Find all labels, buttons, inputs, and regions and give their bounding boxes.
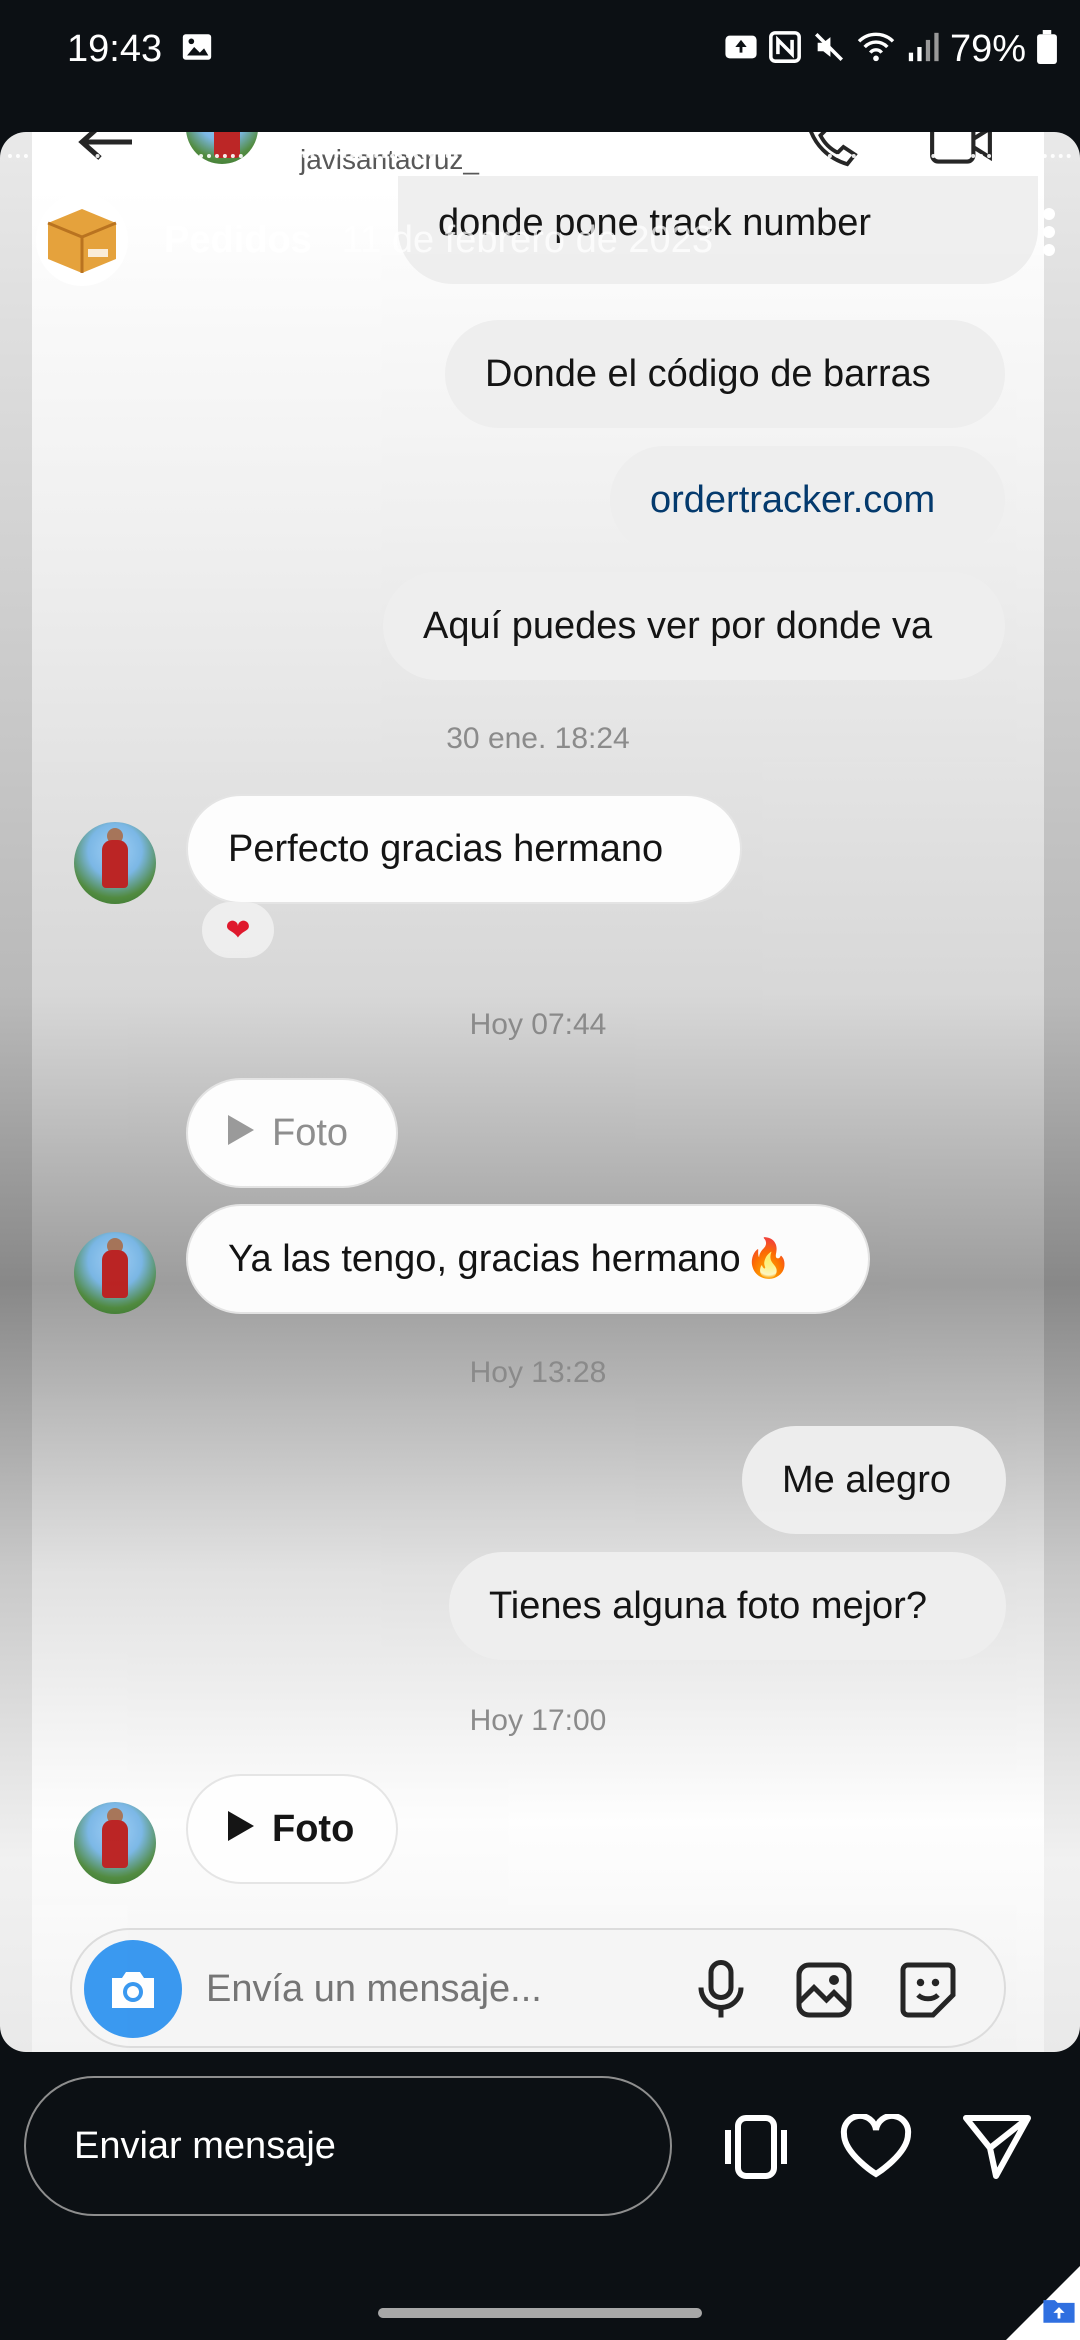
- photo-label: Foto: [272, 1807, 355, 1850]
- battery-level: 79%: [949, 28, 1026, 70]
- send-icon[interactable]: [962, 2114, 1032, 2185]
- play-icon: [228, 1112, 254, 1155]
- upload-icon: [724, 32, 758, 67]
- message-bubble-incoming: Ya las tengo, gracias hermano 🔥: [186, 1204, 870, 1314]
- photo-message-bubble[interactable]: Foto: [186, 1078, 398, 1188]
- story-header: Pedidos 11 de febrero de 2023: [36, 190, 713, 290]
- story-title[interactable]: Pedidos: [164, 219, 312, 262]
- story-avatar[interactable]: [36, 194, 128, 286]
- status-time: 19:43: [67, 28, 163, 70]
- package-icon: [47, 209, 117, 273]
- camera-button[interactable]: [84, 1940, 182, 2038]
- home-indicator[interactable]: [378, 2308, 702, 2318]
- heart-reaction-icon: ❤: [225, 913, 251, 947]
- message-bubble-link[interactable]: ordertracker.com: [610, 446, 1005, 554]
- signal-icon: [906, 30, 940, 69]
- nfc-icon: [768, 30, 802, 69]
- timestamp: Hoy 13:28: [469, 1356, 607, 1389]
- message-text: Aquí puedes ver por donde va: [423, 604, 933, 647]
- message-composer: [70, 1928, 1006, 2048]
- more-options-icon[interactable]: [1042, 208, 1056, 261]
- microphone-icon[interactable]: [696, 1960, 746, 2025]
- story-card[interactable]: javisantacruz_ donde pone track number D…: [0, 132, 1080, 2052]
- photo-message-bubble[interactable]: Foto: [186, 1774, 398, 1884]
- wifi-icon: [856, 30, 896, 69]
- folder-upload-icon: [1042, 2295, 1076, 2330]
- phone-icon: [800, 132, 860, 173]
- mute-icon: [812, 30, 846, 69]
- message-bubble-outgoing: Tienes alguna foto mejor?: [449, 1552, 1006, 1660]
- photo-label: Foto: [272, 1111, 349, 1154]
- story-reply-input[interactable]: [72, 2123, 636, 2169]
- sticker-icon[interactable]: [898, 1960, 958, 2025]
- status-bar: 19:43 79%: [0, 0, 1080, 80]
- link-text[interactable]: ordertracker.com: [650, 479, 935, 522]
- vibrate-icon[interactable]: [718, 2114, 794, 2185]
- sender-avatar: [74, 822, 156, 904]
- message-bubble-outgoing: Donde el código de barras: [445, 320, 1005, 428]
- message-input[interactable]: [204, 1958, 648, 2020]
- timestamp: Hoy 07:44: [469, 1008, 607, 1041]
- story-reply-box[interactable]: [24, 2076, 672, 2216]
- gallery-notification-icon: [180, 30, 214, 69]
- timestamp: 30 ene. 18:24: [446, 722, 630, 755]
- video-call-icon: [928, 132, 994, 171]
- play-icon: [228, 1808, 254, 1851]
- message-bubble-outgoing: Aquí puedes ver por donde va: [383, 572, 1005, 680]
- message-text: Ya las tengo, gracias hermano: [228, 1237, 741, 1280]
- message-text: Donde el código de barras: [485, 352, 931, 395]
- shared-screenshot: javisantacruz_ donde pone track number D…: [32, 132, 1044, 2052]
- message-bubble-outgoing: Me alegro: [742, 1426, 1006, 1534]
- message-text: Me alegro: [782, 1458, 951, 1501]
- message-text: Perfecto gracias hermano: [228, 827, 664, 870]
- story-progress-bar: [8, 154, 1072, 162]
- sender-avatar: [74, 1232, 156, 1314]
- message-text: Tienes alguna foto mejor?: [489, 1584, 927, 1627]
- message-bubble-incoming: Perfecto gracias hermano: [186, 794, 742, 904]
- camera-icon: [112, 1972, 154, 2008]
- like-heart-icon[interactable]: [840, 2112, 912, 2185]
- gallery-icon[interactable]: [794, 1960, 854, 2025]
- fire-emoji: 🔥: [744, 1238, 792, 1280]
- story-date: 11 de febrero de 2023: [341, 218, 713, 261]
- sender-avatar: [74, 1802, 156, 1884]
- battery-icon: [1036, 30, 1058, 69]
- heart-reaction[interactable]: ❤: [202, 902, 274, 958]
- timestamp: Hoy 17:00: [469, 1704, 607, 1737]
